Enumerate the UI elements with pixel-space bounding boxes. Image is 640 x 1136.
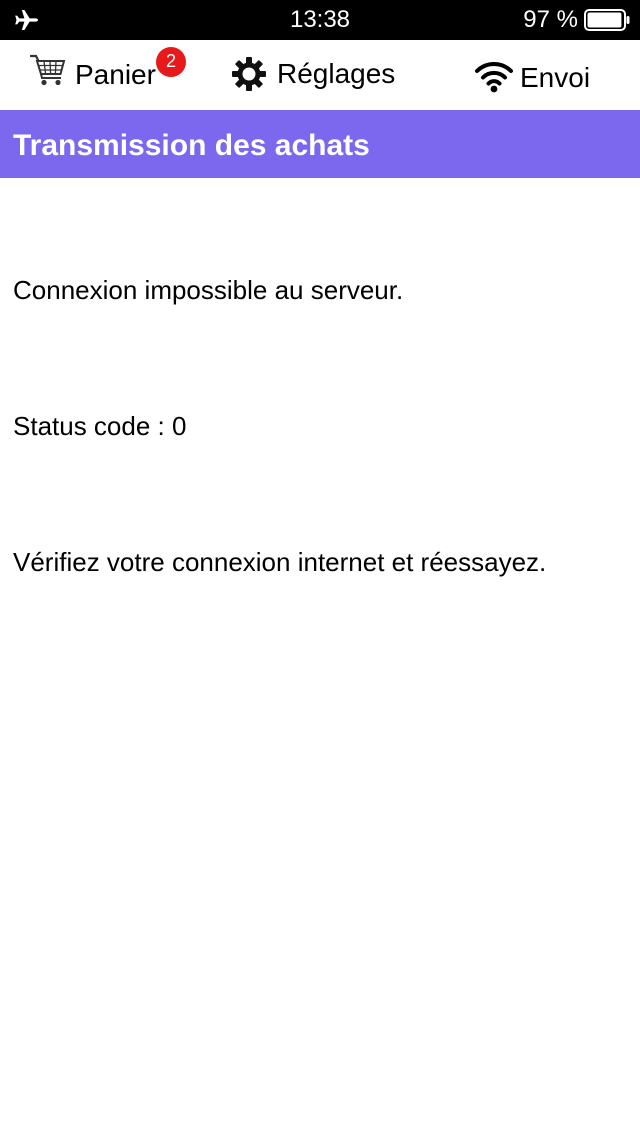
tab-envoi[interactable]: Envoi <box>470 40 600 110</box>
status-code-text: Status code : 0 <box>13 411 187 441</box>
tab-panier-label: Panier <box>75 59 156 90</box>
cart-icon <box>30 54 66 86</box>
wifi-icon <box>475 61 513 93</box>
page-header: Transmission des achats <box>0 110 640 178</box>
status-bar: 13:38 97 % <box>0 0 640 40</box>
tab-panier[interactable]: Panier 2 <box>24 40 194 110</box>
tab-bar: Panier 2 Réglages Envoi <box>0 40 640 110</box>
cart-count-badge: 2 <box>156 47 186 77</box>
page-title: Transmission des achats <box>13 129 370 162</box>
battery-percentage: 97 % <box>523 6 578 33</box>
error-message: Connexion impossible au serveur. <box>13 275 404 305</box>
gear-icon <box>232 57 266 91</box>
tab-envoi-label: Envoi <box>520 62 591 93</box>
battery-icon <box>584 9 630 31</box>
tab-reglages[interactable]: Réglages <box>226 40 406 110</box>
retry-hint-text: Vérifiez votre connexion internet et rée… <box>13 547 547 577</box>
tab-reglages-label: Réglages <box>277 58 396 89</box>
